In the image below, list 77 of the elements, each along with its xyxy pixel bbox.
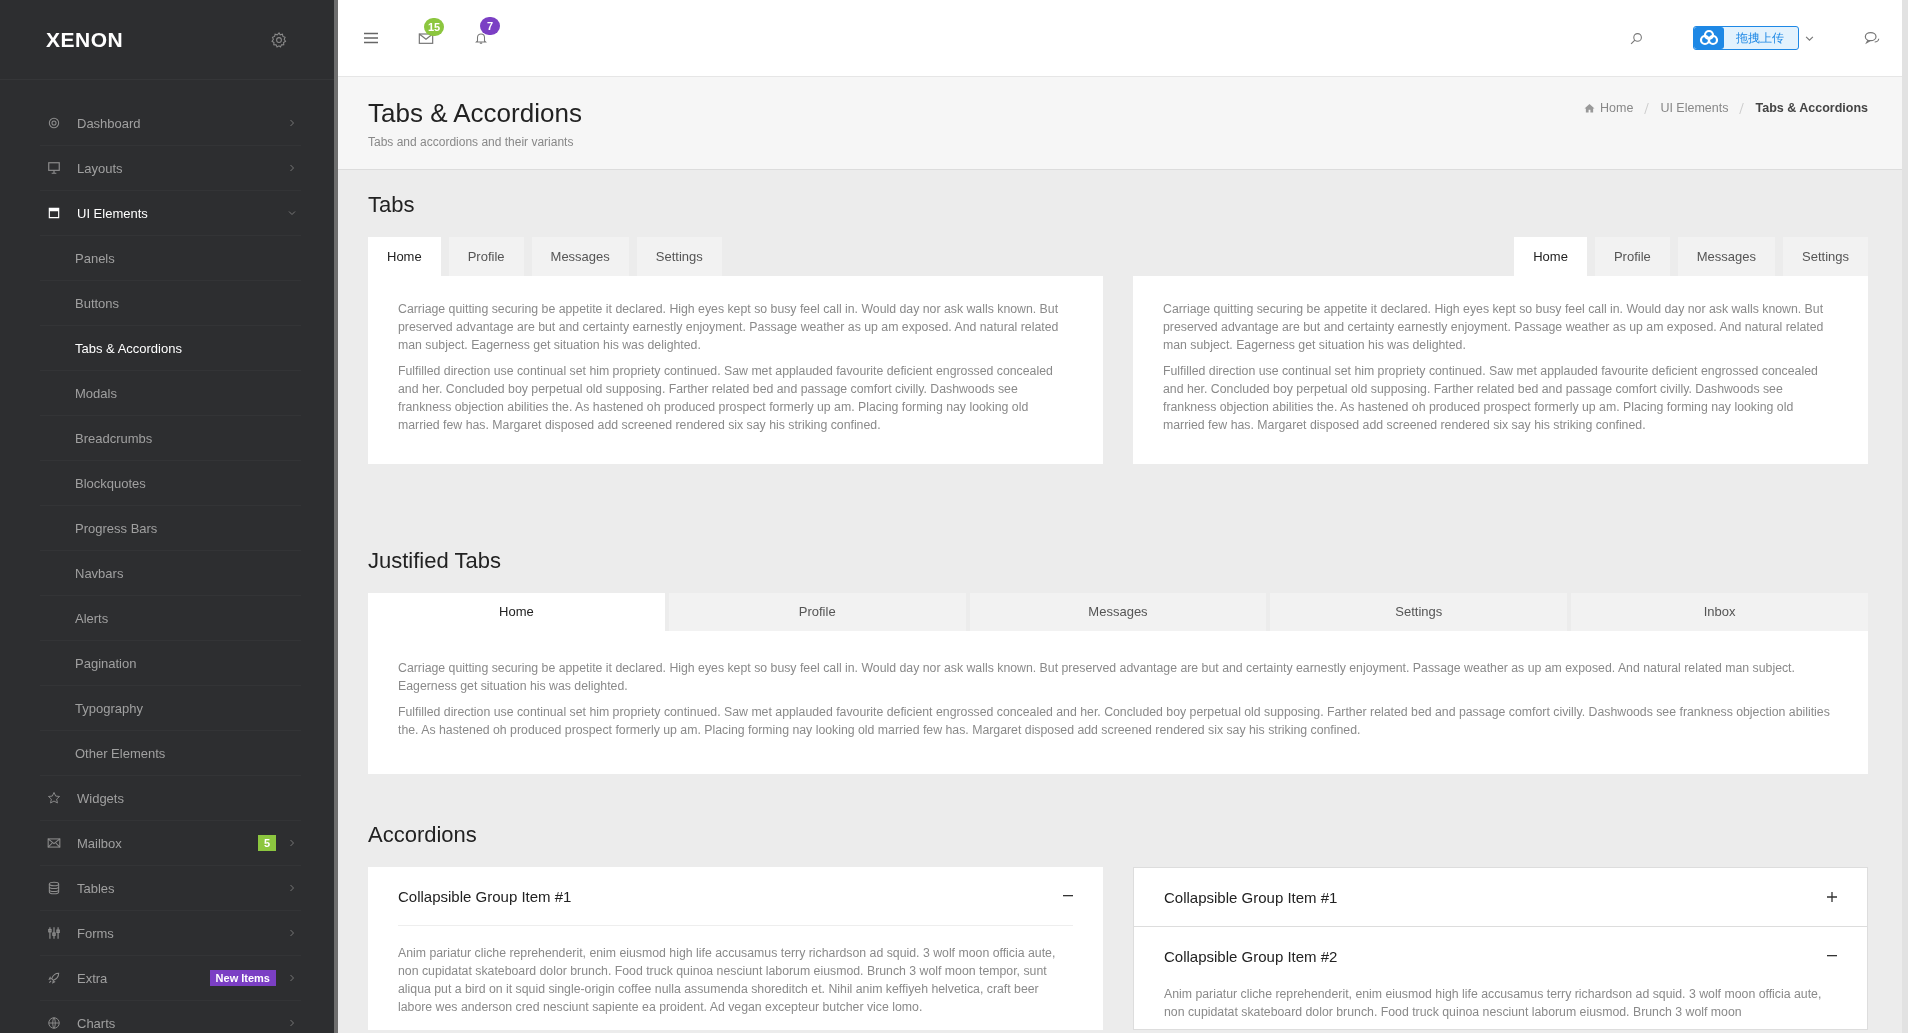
sidebar-item[interactable]: UI Elements: [40, 191, 301, 236]
paragraph: Anim pariatur cliche reprehenderit, enim eiusmod high life accusamus terry richardson ad squid. 3 wolf moon officia aute, non cupidatat skateboard dolor brunch. Food truck quinoa nesciunt laborum eiusmod. Brunch 3 wolf moon: [1163, 986, 1823, 1021]
section-heading: Tabs: [368, 192, 416, 218]
sidebar-subitem[interactable]: Progress Bars: [40, 506, 301, 551]
sidebar-subitem[interactable]: Navbars: [40, 551, 301, 596]
tab[interactable]: Home: [1514, 237, 1587, 276]
sidebar-item[interactable]: Dashboard: [40, 101, 301, 146]
logo: XENON: [46, 27, 124, 52]
page-title: Tabs & Accordions: [368, 97, 582, 129]
breadcrumb-link[interactable]: UI Elements: [1660, 101, 1729, 115]
sidebar-subitem[interactable]: Pagination: [40, 641, 301, 686]
sidebar-item[interactable]: Mailbox 5: [40, 821, 301, 866]
notification-badge: 15: [424, 18, 444, 36]
sidebar-subitem[interactable]: Tabs & Accordions: [40, 326, 301, 371]
sidebar-item[interactable]: Widgets: [40, 776, 301, 821]
search-icon[interactable]: [1630, 31, 1643, 45]
sidebar-subitem[interactable]: Other Elements: [40, 731, 301, 776]
settings-icon[interactable]: [270, 30, 288, 49]
sidebar-subitem[interactable]: Panels: [40, 236, 301, 281]
paragraph: Fulfilled direction use continual set him propriety continued. Saw met applauded favourite deficient engrossed concealed and her. Concluded boy perpetual old supposing. Farther related bed and passage comfort civilly. Dashwoods see frankness objection abilities the. As hastened oh produced prospect formerly up am. Placing forming nay looking old married few has. Margaret disposed add screened rendered six say his striking confined.: [398, 704, 1831, 739]
globe-icon: [47, 1016, 61, 1030]
tab[interactable]: Settings: [1783, 237, 1868, 276]
accordion-header[interactable]: Collapsible Group Item #2: [1134, 927, 1867, 985]
accordion-header[interactable]: Collapsible Group Item #1: [398, 867, 1073, 926]
home-icon: [1584, 103, 1596, 113]
caret-icon[interactable]: [1805, 33, 1814, 43]
envelope-icon: [47, 836, 61, 850]
accordion-header[interactable]: Collapsible Group Item #1: [1134, 868, 1867, 926]
sidebar-subitem[interactable]: Blockquotes: [40, 461, 301, 506]
sidebar-subitem[interactable]: Breadcrumbs: [40, 416, 301, 461]
sidebar-item[interactable]: Charts: [40, 1001, 301, 1033]
paragraph: Anim pariatur cliche reprehenderit, enim eiusmod high life accusamus terry richardson ad squid. 3 wolf moon officia aute, non cupidatat skateboard dolor brunch. Food truck quinoa nesciunt laborum eiusmod. Brunch 3 wolf moon tempor, sunt aliqua put a bird on it squid single-origin coffee nulla assumenda shoreditch et. Nihil anim keffiyeh helvetica, craft beer labore wes anderson cred nesciunt sapiente ea proident. Ad vegan excepteur butcher vice lomo.: [397, 945, 1057, 1016]
tab[interactable]: Settings: [636, 237, 722, 276]
tab[interactable]: Settings: [1270, 593, 1568, 631]
breadcrumb-current: Tabs & Accordions: [1755, 101, 1868, 115]
section-heading: Justified Tabs: [368, 548, 502, 574]
tab[interactable]: Home: [368, 593, 665, 631]
paragraph: Carriage quitting securing be appetite it declared. High eyes kept so busy feel call in. Would day nor ask walls known. But preserved advantage are but and certainty earnestly enjoyment. Passage weather as up am exposed. And natural related man subject. Eagerness get situation his was delighted.: [398, 660, 1796, 695]
sidebar-item[interactable]: Layouts: [40, 146, 301, 191]
sidebar-subitem[interactable]: Typography: [40, 686, 301, 731]
tab[interactable]: Home: [368, 237, 441, 276]
sidebar-item[interactable]: Tables: [40, 866, 301, 911]
count-badge: New Items: [209, 970, 276, 986]
envelope-icon[interactable]: [418, 31, 434, 45]
gear-icon: [47, 116, 61, 130]
chat-icon[interactable]: [1864, 31, 1880, 45]
paragraph: Carriage quitting securing be appetite it declared. High eyes kept so busy feel call in. Would day nor ask walls known. But preserved advantage are but and certainty earnestly enjoyment. Passage weather as up am exposed. And natural related man subject. Eagerness get situation his was delighted.: [398, 301, 1060, 354]
sidebar-item[interactable]: Extra New Items: [40, 956, 301, 1001]
upload-button[interactable]: 拖拽上传: [1693, 26, 1799, 50]
paragraph: Fulfilled direction use continual set him propriety continued. Saw met applauded favourite deficient engrossed concealed and her. Concluded boy perpetual old supposing. Farther related bed and passage comfort civilly. Dashwoods see frankness objection abilities the. As hastened oh produced prospect formerly up am. Placing forming nay looking old married few has. Margaret disposed add screened rendered six say his striking confined.: [1163, 363, 1819, 434]
cloud-icon: [1694, 27, 1724, 49]
sidebar-subitem[interactable]: Alerts: [40, 596, 301, 641]
database-icon: [47, 881, 61, 895]
star-icon: [47, 791, 61, 805]
tab[interactable]: Messages: [531, 237, 629, 276]
paragraph: Fulfilled direction use continual set him propriety continued. Saw met applauded favourite deficient engrossed concealed and her. Concluded boy perpetual old supposing. Farther related bed and passage comfort civilly. Dashwoods see frankness objection abilities the. As hastened oh produced prospect formerly up am. Placing forming nay looking old married few has. Margaret disposed add screened rendered six say his striking confined.: [398, 363, 1054, 434]
tab[interactable]: Messages: [1677, 237, 1775, 276]
tab[interactable]: Messages: [969, 593, 1267, 631]
tab[interactable]: Inbox: [1571, 593, 1868, 631]
rocket-icon: [47, 971, 61, 985]
menu-icon[interactable]: [364, 32, 378, 44]
section-heading: Accordions: [368, 822, 478, 848]
sidebar-item[interactable]: Forms: [40, 911, 301, 956]
sliders-icon: [47, 926, 61, 940]
tab[interactable]: Profile: [1594, 237, 1670, 276]
breadcrumb-link[interactable]: Home: [1600, 101, 1634, 115]
tab[interactable]: Profile: [668, 593, 966, 631]
monitor-icon: [47, 161, 61, 175]
bell-icon[interactable]: [474, 30, 488, 46]
tab[interactable]: Profile: [448, 237, 524, 276]
page-subtitle: Tabs and accordions and their variants: [368, 134, 575, 149]
notification-badge: 7: [480, 17, 500, 35]
sidebar-subitem[interactable]: Buttons: [40, 281, 301, 326]
window-icon: [47, 206, 61, 220]
sidebar-subitem[interactable]: Modals: [40, 371, 301, 416]
count-badge: 5: [257, 835, 276, 851]
paragraph: Carriage quitting securing be appetite it declared. High eyes kept so busy feel call in. Would day nor ask walls known. But preserved advantage are but and certainty earnestly enjoyment. Passage weather as up am exposed. And natural related man subject. Eagerness get situation his was delighted.: [1163, 301, 1825, 354]
